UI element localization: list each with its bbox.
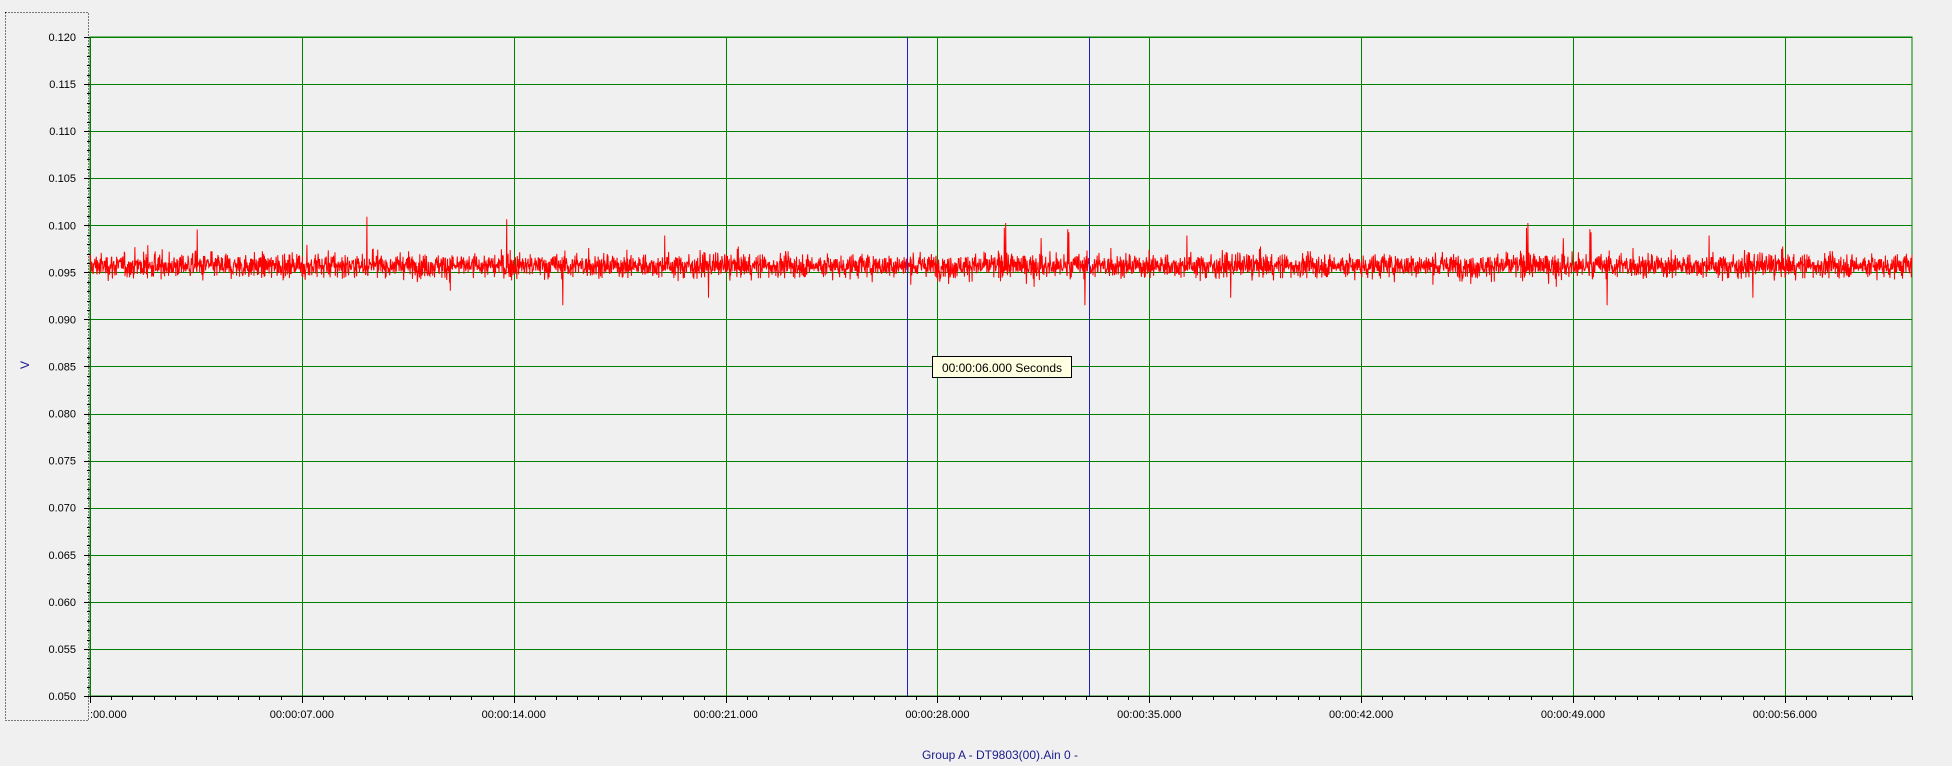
y-tick-label: 0.100	[48, 220, 76, 232]
x-tick-label: 00:00:07.000	[270, 709, 334, 721]
y-tick-label: 0.115	[49, 79, 76, 91]
series-layer	[89, 216, 1913, 306]
cursor-readout: 00:00:06.000 Seconds	[932, 356, 1072, 378]
y-axis-title: V	[18, 361, 32, 369]
x-tick-label: 00:00:42.000	[1329, 709, 1393, 721]
signal-chart[interactable]: 0.120 0.115 0.110 0.105 0.100 0.095 0.090 0.085…	[0, 0, 1952, 766]
y-tick-label: 0.075	[48, 456, 76, 468]
x-tick-label: 00:00:49.000	[1541, 709, 1605, 721]
y-tick-labels: 0.120 0.115 0.110 0.105 0.100 0.095 0.090 0.085…	[48, 32, 76, 703]
y-tick-label: 0.085	[48, 362, 76, 374]
x-tick-label: 00:00:56.000	[1753, 709, 1817, 721]
y-tick-label: 0.055	[48, 644, 76, 656]
x-tick-label: 00:00:28.000	[905, 709, 969, 721]
cursor-readout-text: 00:00:06.000 Seconds	[942, 361, 1062, 375]
y-tick-label: 0.070	[48, 503, 76, 515]
y-tick-label: 0.095	[48, 267, 76, 279]
y-tick-label: 0.080	[48, 409, 76, 421]
y-tick-label: 0.110	[49, 126, 76, 138]
x-tick-labels: :00.000 00:00:07.000 00:00:14.000 00:00:21.…	[90, 709, 1817, 721]
x-tick-label: 00:00:14.000	[482, 709, 546, 721]
x-tick-label: 00:00:35.000	[1117, 709, 1181, 721]
series-line	[89, 216, 1913, 306]
y-tick-label: 0.050	[48, 691, 76, 703]
x-tick-label: 00:00:21.000	[693, 709, 757, 721]
y-tick-label: 0.065	[48, 550, 76, 562]
y-tick-label: 0.060	[48, 597, 76, 609]
x-tick-label: :00.000	[90, 709, 127, 721]
y-tick-label: 0.105	[48, 173, 76, 185]
x-axis-title: Group A - DT9803(00).Ain 0 -	[922, 748, 1078, 762]
y-tick-label: 0.090	[48, 314, 76, 326]
chart-container[interactable]: 0.120 0.115 0.110 0.105 0.100 0.095 0.090 0.085…	[0, 0, 1952, 766]
y-tick-label: 0.120	[48, 32, 76, 44]
